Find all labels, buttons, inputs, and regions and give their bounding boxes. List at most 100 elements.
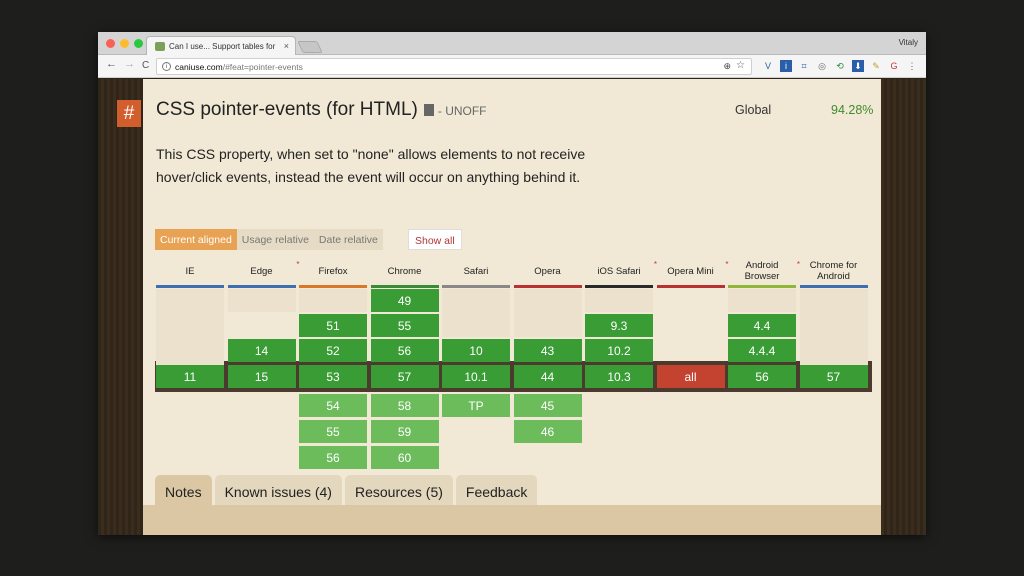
current-version-cell[interactable]: 11: [156, 365, 224, 388]
version-cell-empty: [728, 289, 796, 312]
browser-color-bar: [728, 285, 796, 288]
version-cell[interactable]: 9.3: [585, 314, 653, 337]
tab-feedback[interactable]: Feedback: [455, 475, 538, 505]
browser-header: IE: [156, 258, 224, 284]
browser-header: Safari: [442, 258, 510, 284]
version-cell[interactable]: 4.4.4: [728, 339, 796, 362]
extension-icon[interactable]: ⟲: [834, 60, 846, 72]
current-version-cell[interactable]: 10.1: [442, 365, 510, 388]
browser-color-bar: [370, 285, 439, 288]
feature-title-text: CSS pointer-events (for HTML): [156, 99, 418, 120]
browser-color-bar: [299, 285, 367, 288]
extension-icon[interactable]: ⌗: [798, 60, 810, 72]
feature-anchor-link[interactable]: #: [117, 100, 141, 127]
browser-header: Opera: [514, 258, 582, 284]
version-cell[interactable]: 14: [227, 339, 296, 362]
browser-header: Opera Mini *: [657, 258, 728, 284]
extension-icon[interactable]: i: [780, 60, 792, 72]
version-cell-future[interactable]: 46: [513, 420, 582, 443]
browser-window: Can I use... Support tables for × Vitaly…: [98, 32, 926, 535]
version-cell-future[interactable]: 56: [299, 446, 367, 469]
extension-icon[interactable]: ✎: [870, 60, 882, 72]
current-version-cell[interactable]: all: [656, 365, 725, 388]
tab-known-issues[interactable]: Known issues (4): [214, 475, 342, 505]
bookmark-star-icon[interactable]: ☆: [736, 60, 745, 71]
version-cell[interactable]: 43: [513, 339, 582, 362]
tab-resources[interactable]: Resources (5): [344, 475, 453, 505]
browser-header: Firefox: [299, 258, 367, 284]
version-cell-future[interactable]: 60: [370, 446, 439, 469]
browser-name: Chrome: [387, 265, 422, 277]
address-bar[interactable]: i caniuse.com/#feat=pointer-events ⊕ ☆: [156, 58, 752, 75]
current-aligned-button[interactable]: Current aligned: [155, 229, 237, 250]
browser-name: Opera Mini: [667, 265, 714, 277]
version-cell[interactable]: 49: [370, 289, 439, 312]
version-cell-future[interactable]: TP: [442, 394, 510, 417]
zoom-icon[interactable]: ⊕: [723, 61, 731, 72]
forward-button[interactable]: →: [124, 58, 135, 70]
version-cell[interactable]: 51: [299, 314, 367, 337]
site-info-icon[interactable]: i: [162, 62, 171, 71]
version-cell-empty: [156, 289, 224, 367]
current-version-cell[interactable]: 44: [513, 365, 582, 388]
tab-close-icon[interactable]: ×: [284, 41, 289, 51]
back-button[interactable]: ←: [106, 58, 117, 70]
version-cell[interactable]: 52: [299, 339, 367, 362]
global-percentage: 94.28%: [831, 103, 874, 117]
current-version-cell[interactable]: 53: [299, 365, 367, 388]
browser-tab[interactable]: Can I use... Support tables for ×: [146, 36, 296, 55]
extension-icon[interactable]: ⬇: [852, 60, 864, 72]
current-version-cell[interactable]: 10.3: [585, 365, 653, 388]
current-version-cell[interactable]: 57: [370, 365, 439, 388]
browser-name: Opera: [534, 265, 561, 277]
menu-icon[interactable]: ⋮: [906, 60, 918, 72]
browser-header: Chrome: [371, 258, 439, 284]
current-version-cell[interactable]: 15: [227, 365, 296, 388]
browser-color-bar: [656, 285, 725, 288]
maximize-window-icon[interactable]: [134, 39, 143, 48]
extension-icon[interactable]: G: [888, 60, 900, 72]
tab-title: Can I use... Support tables for: [169, 42, 276, 51]
new-tab-button[interactable]: [297, 41, 323, 53]
version-cell-future[interactable]: 55: [299, 420, 367, 443]
version-cell-empty: [513, 289, 582, 337]
browser-color-bar: [799, 285, 868, 288]
current-version-cell[interactable]: 57: [799, 365, 868, 388]
usage-relative-button[interactable]: Usage relative: [236, 229, 314, 250]
favicon-icon: [155, 42, 165, 51]
date-relative-button[interactable]: Date relative: [313, 229, 383, 250]
extension-icon[interactable]: ◎: [816, 60, 828, 72]
minimize-window-icon[interactable]: [120, 39, 129, 48]
close-window-icon[interactable]: [106, 39, 115, 48]
browser-header: Android Browser *: [728, 258, 800, 284]
version-cell[interactable]: 10: [442, 339, 510, 362]
version-cell[interactable]: 56: [370, 339, 439, 362]
current-version-cell[interactable]: 56: [728, 365, 796, 388]
browser-color-bar: [513, 285, 582, 288]
document-icon[interactable]: [423, 104, 434, 116]
browser-color-bar: [156, 285, 224, 288]
version-cell-empty: [585, 289, 653, 312]
browser-toolbar: ← → C i caniuse.com/#feat=pointer-events…: [98, 55, 926, 78]
spec-status: - UNOFF: [437, 104, 487, 118]
url-host: caniuse.com: [175, 62, 223, 72]
global-label: Global: [735, 103, 772, 117]
browser-name: Android Browser: [744, 260, 780, 282]
version-cell[interactable]: 4.4: [728, 314, 796, 337]
version-cell[interactable]: 10.2: [585, 339, 653, 362]
tab-notes[interactable]: Notes: [155, 475, 212, 505]
profile-name[interactable]: Vitaly: [899, 38, 918, 47]
info-tabs-panel: [143, 505, 881, 535]
extension-icon[interactable]: V: [762, 60, 774, 72]
version-cell-future[interactable]: 59: [370, 420, 439, 443]
version-cell-future[interactable]: 58: [370, 394, 439, 417]
version-cell[interactable]: 55: [370, 314, 439, 337]
info-tabs: Notes Known issues (4) Resources (5) Fee…: [155, 475, 540, 505]
show-all-button[interactable]: Show all: [408, 229, 462, 250]
tab-strip: Can I use... Support tables for × Vitaly: [98, 32, 926, 55]
reload-button[interactable]: C: [142, 60, 149, 71]
version-cell-future[interactable]: 45: [513, 394, 582, 417]
url-path: /#feat=pointer-events: [222, 62, 303, 72]
feature-panel: CSS pointer-events (for HTML) - UNOFF Glo…: [143, 79, 881, 535]
version-cell-future[interactable]: 54: [299, 394, 367, 417]
